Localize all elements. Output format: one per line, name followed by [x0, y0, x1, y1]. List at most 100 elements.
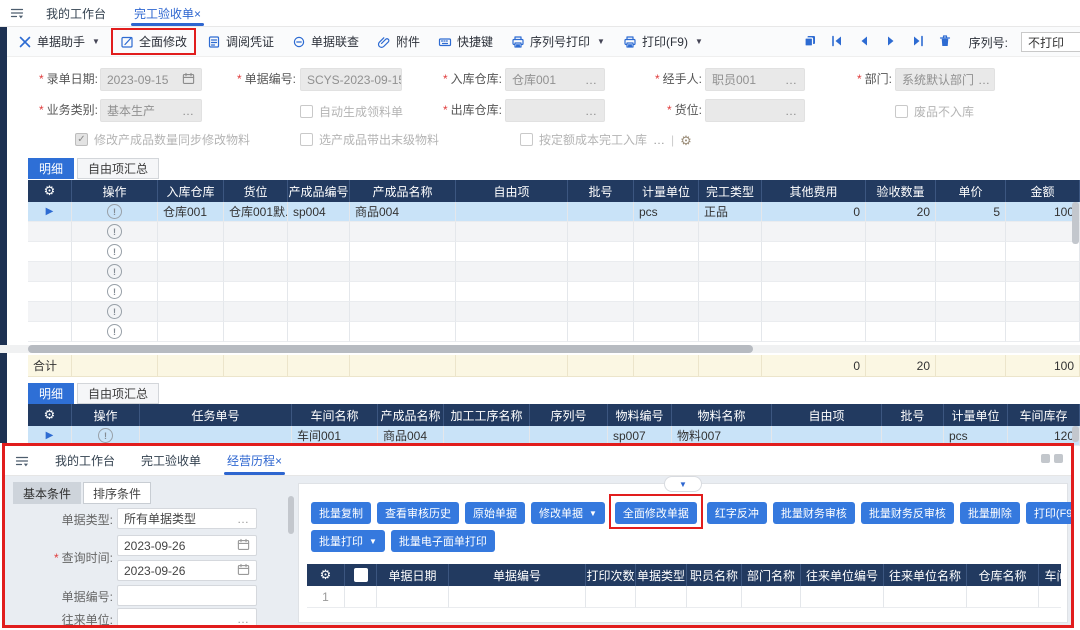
field-input-出库仓库:[interactable]: …	[505, 99, 605, 122]
toolbar-item-快捷键[interactable]: 快捷键	[438, 33, 493, 50]
left-panel-vscroll-thumb[interactable]	[288, 496, 294, 534]
info-icon[interactable]: !	[107, 304, 122, 319]
info-icon[interactable]: !	[98, 428, 113, 443]
button-批量打印[interactable]: 批量打印▼	[311, 530, 385, 552]
settings-icon[interactable]: ⚙	[307, 564, 345, 586]
info-icon[interactable]: !	[107, 324, 122, 339]
toolbar-item-序列号打印[interactable]: 序列号打印▼	[511, 33, 605, 50]
filter-tab-排序条件[interactable]: 排序条件	[83, 482, 151, 504]
field-input-经手人:[interactable]: 职员001…	[705, 68, 805, 91]
checkbox-按定额成本完工入库[interactable]: 按定额成本完工入库…|⚙	[520, 131, 692, 148]
overlay-tab-1[interactable]: 完工验收单	[141, 446, 201, 475]
button-红字反冲[interactable]: 红字反冲	[707, 502, 767, 524]
ellipsis-picker-icon[interactable]: …	[581, 104, 598, 118]
trash-icon[interactable]	[938, 34, 952, 51]
table-row[interactable]: !	[28, 302, 1080, 322]
button-批量复制[interactable]: 批量复制	[311, 502, 371, 524]
overlay-tab-0[interactable]: 我的工作台	[55, 446, 115, 475]
filter-input-单据编号:[interactable]	[117, 585, 257, 606]
button-打印(F9)[interactable]: 打印(F9)▼	[1026, 502, 1074, 524]
table-row[interactable]: !	[28, 242, 1080, 262]
collapse-toggle[interactable]: ▼	[664, 476, 702, 492]
copy-icon[interactable]	[803, 34, 817, 51]
overlay-tab-2[interactable]: 经营历程×	[227, 446, 282, 475]
grid1-tab-明细[interactable]: 明细	[28, 158, 74, 179]
next-icon[interactable]	[884, 34, 898, 51]
panel-control-icon[interactable]	[1041, 454, 1050, 463]
ellipsis-picker-icon[interactable]: …	[581, 73, 598, 87]
toolbar-item-单据联查[interactable]: 单据联查	[292, 33, 359, 50]
button-原始单据[interactable]: 原始单据	[465, 502, 525, 524]
grid2-tab-明细[interactable]: 明细	[28, 383, 74, 404]
checkbox-box[interactable]	[520, 133, 533, 146]
settings-icon[interactable]: ⚙	[28, 180, 72, 202]
checkbox-选产成品带出末级物料[interactable]: 选产成品带出末级物料	[300, 131, 439, 148]
info-icon[interactable]: !	[107, 264, 122, 279]
ellipsis-picker-icon[interactable]: …	[781, 73, 798, 87]
tab-completion-form[interactable]: 完工验收单×	[134, 0, 201, 26]
panel-control-icon[interactable]	[1054, 454, 1063, 463]
button-批量电子面单打印[interactable]: 批量电子面单打印	[391, 530, 495, 552]
info-icon[interactable]: !	[107, 284, 122, 299]
settings-icon[interactable]: ⚙	[28, 404, 72, 426]
checkbox-box[interactable]	[75, 133, 88, 146]
toolbar-item-单据助手[interactable]: 单据助手▼	[18, 33, 100, 50]
toolbar-item-全面修改[interactable]: 全面修改	[111, 28, 196, 55]
grid2-vscroll-thumb[interactable]	[1072, 426, 1079, 442]
filter-tab-基本条件[interactable]: 基本条件	[13, 482, 81, 504]
button-查看审核历史[interactable]: 查看审核历史	[377, 502, 459, 524]
menu-icon[interactable]	[10, 6, 24, 20]
table-row[interactable]: !	[28, 282, 1080, 302]
field-input-录单日期:[interactable]: 2023-09-15	[100, 68, 202, 91]
settings-icon[interactable]: ⚙	[680, 132, 692, 148]
select-all-checkbox[interactable]	[345, 564, 377, 586]
field-input-单据编号:[interactable]: SCYS-2023-09-15-...	[300, 68, 402, 91]
field-input-业务类别:[interactable]: 基本生产…	[100, 99, 202, 122]
info-icon[interactable]: !	[107, 204, 122, 219]
ellipsis-picker-icon[interactable]: …	[237, 612, 250, 626]
checkbox-box[interactable]	[300, 133, 313, 146]
table-row[interactable]: !	[28, 222, 1080, 242]
field-input-货位:[interactable]: …	[705, 99, 805, 122]
button-批量删除[interactable]: 批量删除	[960, 502, 1020, 524]
button-批量财务反审核[interactable]: 批量财务反审核	[861, 502, 954, 524]
ellipsis-picker-icon[interactable]: …	[781, 104, 798, 118]
toolbar-item-打印(F9)[interactable]: 打印(F9)▼	[623, 33, 703, 50]
grid2-tab-自由项汇总[interactable]: 自由项汇总	[77, 383, 159, 404]
ellipsis-picker-icon[interactable]: …	[974, 73, 991, 87]
grid1-tab-自由项汇总[interactable]: 自由项汇总	[77, 158, 159, 179]
checkbox-box[interactable]	[354, 568, 368, 582]
toolbar-item-附件[interactable]: 附件	[377, 33, 420, 50]
filter-date-input[interactable]: 2023-09-26	[117, 560, 257, 581]
table-row[interactable]: !	[28, 262, 1080, 282]
table-row[interactable]: ▶!仓库001仓库001默...sp004商品004pcs正品0205100	[28, 202, 1080, 222]
first-icon[interactable]	[830, 34, 844, 51]
checkbox-修改产成品数量同步修改物料[interactable]: 修改产成品数量同步修改物料	[75, 131, 250, 148]
button-批量财务审核[interactable]: 批量财务审核	[773, 502, 855, 524]
checkbox-废品不入库[interactable]: 废品不入库	[895, 103, 974, 120]
checkbox-box[interactable]	[300, 105, 313, 118]
info-icon[interactable]: !	[107, 244, 122, 259]
filter-input-往来单位:[interactable]: …	[117, 608, 257, 628]
table-row[interactable]: 1	[307, 586, 1061, 608]
button-全面修改单据[interactable]: 全面修改单据	[615, 502, 697, 524]
grid1-hscrollbar[interactable]	[0, 345, 1080, 353]
checkbox-box[interactable]	[895, 105, 908, 118]
toolbar-item-调阅凭证[interactable]: 调阅凭证	[207, 33, 274, 50]
last-icon[interactable]	[911, 34, 925, 51]
info-icon[interactable]: !	[107, 224, 122, 239]
menu-icon[interactable]	[15, 454, 29, 468]
checkbox-自动生成领料单[interactable]: 自动生成领料单	[300, 103, 403, 120]
table-row[interactable]: !	[28, 322, 1080, 342]
prev-icon[interactable]	[857, 34, 871, 51]
filter-input-单据类型:[interactable]: 所有单据类型…	[117, 508, 257, 529]
tab-workbench[interactable]: 我的工作台	[46, 0, 106, 26]
filter-date-input[interactable]: 2023-09-26	[117, 535, 257, 556]
serial-number-select[interactable]: 不打印	[1021, 32, 1080, 52]
field-input-入库仓库:[interactable]: 仓库001…	[505, 68, 605, 91]
field-input-部门:[interactable]: 系统默认部门…	[895, 68, 995, 91]
ellipsis-picker-icon[interactable]: …	[653, 133, 665, 147]
button-修改单据[interactable]: 修改单据▼	[531, 502, 605, 524]
grid1-vscroll-thumb[interactable]	[1072, 202, 1079, 244]
ellipsis-picker-icon[interactable]: …	[237, 512, 250, 526]
